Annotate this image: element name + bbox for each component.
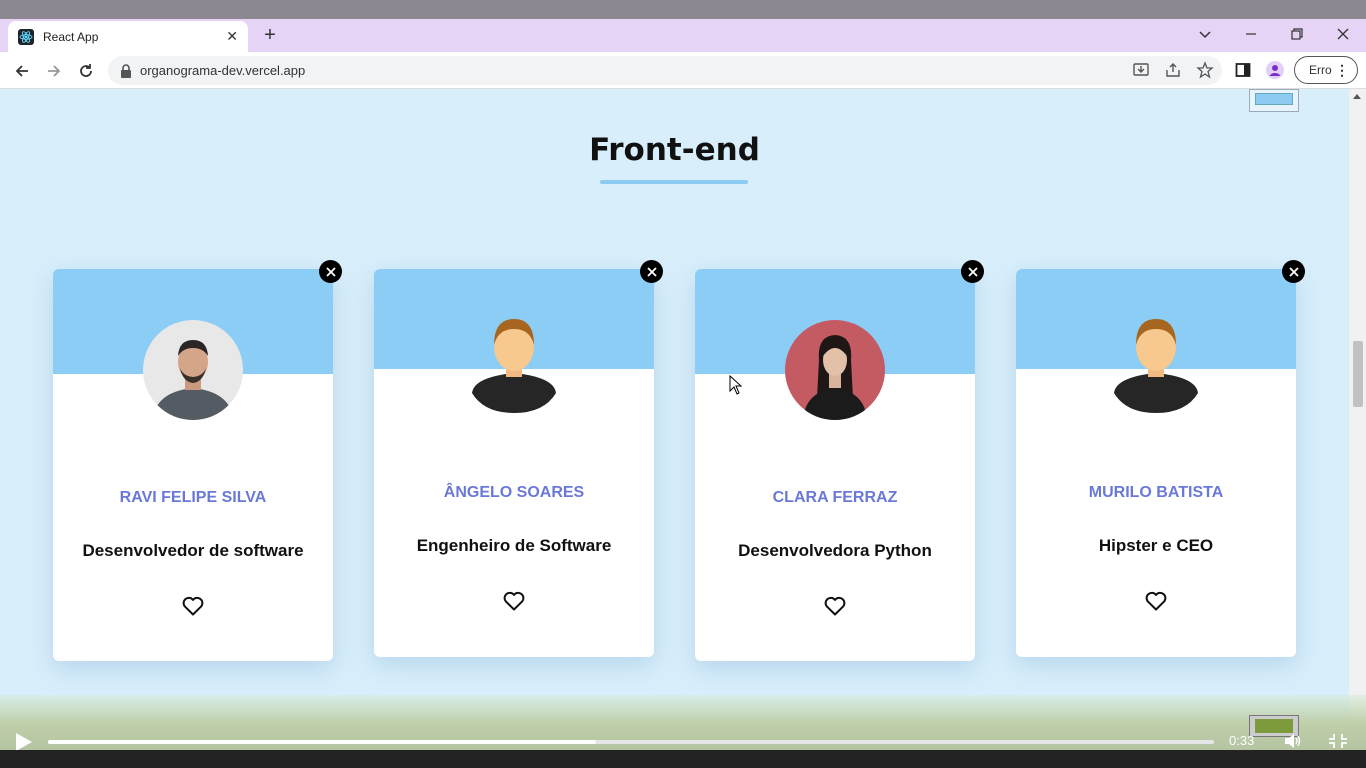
delete-card-button[interactable] — [1282, 260, 1305, 283]
video-progress-fill — [48, 740, 597, 744]
member-name: RAVI FELIPE SILVA — [119, 489, 267, 506]
member-role: Engenheiro de Software — [416, 536, 612, 555]
profile-error-label: Erro — [1309, 63, 1332, 77]
favorite-heart-icon[interactable] — [823, 594, 847, 618]
close-icon — [646, 266, 657, 277]
section-title-underline — [600, 180, 748, 184]
video-progress-bar[interactable] — [48, 740, 1214, 744]
section-title: Front-end — [589, 132, 760, 168]
favorite-heart-icon[interactable] — [502, 589, 526, 613]
new-tab-button[interactable]: + — [259, 24, 281, 46]
os-top-bar — [0, 0, 1366, 19]
default-person-avatar — [464, 315, 564, 415]
favorite-heart-icon[interactable] — [181, 594, 205, 618]
member-name: ÂNGELO SOARES — [443, 484, 585, 501]
window-close-icon[interactable] — [1320, 19, 1366, 49]
side-panel-icon[interactable] — [1234, 61, 1252, 79]
team-member-card: CLARA FERRAZ Desenvolvedora Python — [695, 269, 975, 661]
back-icon[interactable] — [10, 59, 34, 83]
scroll-up-arrow-icon[interactable] — [1353, 94, 1361, 99]
photo-woman-avatar — [785, 320, 885, 420]
screen: React App ✕ + organograma-dev.vercel.app — [0, 0, 1366, 768]
bookmark-star-icon[interactable] — [1196, 61, 1214, 79]
player-bottom-strip — [0, 750, 1366, 768]
video-time: 0:33 — [1229, 733, 1255, 748]
delete-card-button[interactable] — [640, 260, 663, 283]
member-name: CLARA FERRAZ — [772, 489, 898, 506]
browser-tab[interactable]: React App ✕ — [8, 21, 248, 52]
menu-dots-icon[interactable]: ⋮ — [1335, 63, 1349, 77]
profile-avatar-icon[interactable] — [1266, 61, 1284, 79]
delete-card-button[interactable] — [319, 260, 342, 283]
lock-icon — [120, 63, 132, 78]
default-person-avatar — [1106, 315, 1206, 415]
tab-search-icon[interactable] — [1182, 19, 1228, 49]
profile-error-button[interactable]: Erro ⋮ — [1294, 56, 1358, 84]
tab-strip: React App ✕ + — [0, 19, 1366, 52]
close-icon — [1288, 266, 1299, 277]
delete-card-button[interactable] — [961, 260, 984, 283]
team-member-card: RAVI FELIPE SILVA Desenvolvedor de softw… — [53, 269, 333, 661]
forward-icon[interactable] — [42, 59, 66, 83]
exit-fullscreen-icon[interactable] — [1328, 733, 1348, 749]
page-scrollbar[interactable] — [1349, 89, 1366, 768]
team-member-card: ÂNGELO SOARES Engenheiro de Software — [374, 269, 654, 657]
photo-man-avatar — [143, 320, 243, 420]
minimize-icon[interactable] — [1228, 19, 1274, 49]
scrollbar-thumb[interactable] — [1353, 341, 1363, 407]
play-icon[interactable] — [16, 733, 32, 751]
address-bar[interactable]: organograma-dev.vercel.app — [108, 56, 1222, 85]
video-player-controls: 0:33 — [0, 695, 1366, 768]
volume-icon[interactable] — [1284, 733, 1302, 749]
tab-close-icon[interactable]: ✕ — [226, 29, 238, 45]
member-role: Hipster e CEO — [1098, 536, 1214, 555]
browser-toolbar: organograma-dev.vercel.app Erro ⋮ — [0, 52, 1366, 89]
install-app-icon[interactable] — [1132, 61, 1150, 79]
page-content: Front-end RAVI FELIPE SILVA Desenvolvedo… — [0, 89, 1349, 768]
favorite-heart-icon[interactable] — [1144, 589, 1168, 613]
team-member-card: MURILO BATISTA Hipster e CEO — [1016, 269, 1296, 657]
member-role: Desenvolvedora Python — [738, 541, 932, 560]
restore-icon[interactable] — [1274, 19, 1320, 49]
preview-thumbnail — [1249, 89, 1299, 112]
member-name: MURILO BATISTA — [1088, 484, 1224, 501]
close-icon — [967, 266, 978, 277]
close-icon — [325, 266, 336, 277]
reload-icon[interactable] — [74, 59, 98, 83]
react-logo-icon — [18, 28, 34, 45]
mouse-cursor-icon — [729, 374, 743, 399]
member-role: Desenvolvedor de software — [82, 541, 304, 560]
url-text: organograma-dev.vercel.app — [140, 63, 306, 78]
share-icon[interactable] — [1164, 61, 1182, 79]
tab-title: React App — [43, 29, 99, 44]
